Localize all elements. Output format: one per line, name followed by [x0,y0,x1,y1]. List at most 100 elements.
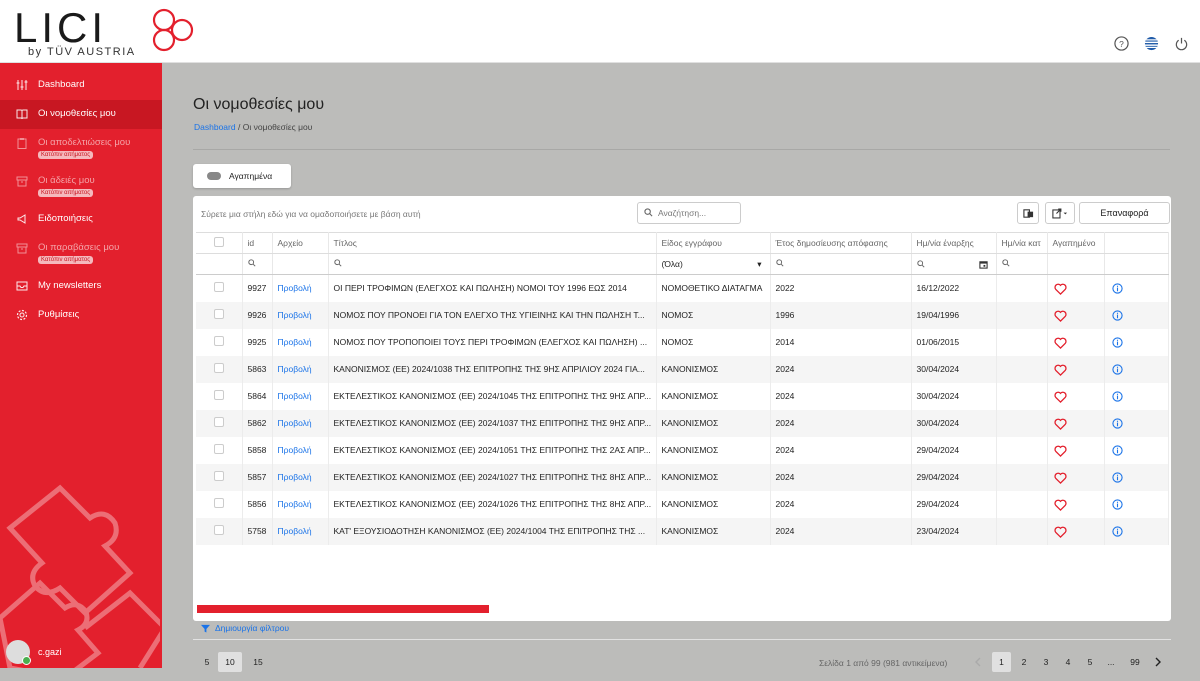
page-4[interactable]: 4 [1059,652,1077,672]
info-icon[interactable] [1111,498,1123,510]
breadcrumb-home-link[interactable]: Dashboard [194,122,236,132]
info-cell[interactable] [1104,382,1169,410]
sidebar-item-5[interactable]: Οι παραβάσεις μου Κατόπιν αιτήματος [0,234,162,272]
sidebar-item-2[interactable]: Οι αποδελτιώσεις μου Κατόπιν αιτήματος [0,129,162,167]
cell-file-link[interactable]: Προβολή [272,409,329,437]
row-checkbox[interactable] [214,390,224,400]
info-cell[interactable] [1104,328,1169,356]
select-all-checkbox[interactable] [214,237,224,247]
row-select-cell[interactable] [196,409,243,437]
filter-id[interactable] [242,253,273,275]
row-select-cell[interactable] [196,382,243,410]
horizontal-scrollbar[interactable] [197,605,489,613]
favorite-cell[interactable] [1047,409,1105,437]
info-icon[interactable] [1111,283,1123,294]
row-checkbox[interactable] [214,525,224,535]
cell-file-link[interactable]: Προβολή [272,490,329,518]
table-row[interactable]: 5857 Προβολή ΕΚΤΕΛΕΣΤΙΚΟΣ ΚΑΝΟΝΙΣΜΟΣ (ΕΕ) … [196,463,1169,491]
column-header-start-date[interactable]: Ημ/νία έναρξης [911,232,997,254]
row-select-cell[interactable] [196,328,243,356]
cell-file-link[interactable]: Προβολή [272,328,329,356]
table-row[interactable]: 9926 Προβολή ΝΟΜΟΣ ΠΟΥ ΠΡΟΝΟΕΙ ΓΙΑ ΤΟΝ ΕΛΕ… [196,301,1169,329]
logo[interactable]: LICI by TÜV AUSTRIA [14,4,214,60]
favorites-toggle[interactable]: Αγαπημένα [193,164,291,188]
page-size-10[interactable]: 10 [218,652,242,672]
sidebar-item-6[interactable]: My newsletters [0,272,162,301]
filter-start-date[interactable] [911,253,997,275]
table-row[interactable]: 5864 Προβολή ΕΚΤΕΛΕΣΤΙΚΟΣ ΚΑΝΟΝΙΣΜΟΣ (ΕΕ) … [196,382,1169,410]
filter-year[interactable] [770,253,912,275]
info-cell[interactable] [1104,301,1169,329]
search-input[interactable]: Αναζήτηση... [637,202,741,224]
column-header-id[interactable]: id [242,232,273,254]
table-row[interactable]: 5862 Προβολή ΕΚΤΕΛΕΣΤΙΚΟΣ ΚΑΝΟΝΙΣΜΟΣ (ΕΕ) … [196,409,1169,437]
row-select-cell[interactable] [196,517,243,545]
row-select-cell[interactable] [196,436,243,464]
row-checkbox[interactable] [214,498,224,508]
reset-button[interactable]: Επαναφορά [1079,202,1170,224]
favorite-cell[interactable] [1047,328,1105,356]
cell-file-link[interactable]: Προβολή [272,517,329,545]
table-row[interactable]: 5863 Προβολή ΚΑΝΟΝΙΣΜΟΣ (ΕΕ) 2024/1038 ΤΗΣ… [196,355,1169,383]
sidebar-item-7[interactable]: Ρυθμίσεις [0,301,162,330]
info-cell[interactable] [1104,436,1169,464]
favorite-cell[interactable] [1047,382,1105,410]
cell-file-link[interactable]: Προβολή [272,436,329,464]
column-header-end-date[interactable]: Ημ/νία κατ [996,232,1048,254]
column-chooser-button[interactable] [1017,202,1039,224]
sidebar-item-4[interactable]: Ειδοποιήσεις [0,205,162,234]
info-cell[interactable] [1104,463,1169,491]
cell-file-link[interactable]: Προβολή [272,463,329,491]
info-cell[interactable] [1104,409,1169,437]
column-header-year[interactable]: Έτος δημοσίευσης απόφασης [770,232,912,254]
sidebar-item-0[interactable]: Dashboard [0,71,162,100]
favorite-cell[interactable] [1047,517,1105,545]
info-icon[interactable] [1111,444,1123,456]
cell-file-link[interactable]: Προβολή [272,382,329,410]
info-icon[interactable] [1111,336,1123,348]
heart-icon[interactable] [1053,391,1067,403]
user-profile[interactable]: c.gazi [6,640,62,665]
export-button[interactable] [1045,202,1075,224]
prev-page-chevron-icon[interactable] [969,652,987,672]
table-row[interactable]: 9927 Προβολή ΟΙ ΠΕΡΙ ΤΡΟΦΙΜΩΝ (ΕΛΕΓΧΟΣ ΚΑΙ… [196,274,1169,302]
filter-title[interactable] [328,253,657,275]
info-icon[interactable] [1111,417,1123,429]
heart-icon[interactable] [1053,364,1067,376]
toggle-switch-icon[interactable] [207,172,221,180]
page-3[interactable]: 3 [1037,652,1055,672]
sidebar-item-3[interactable]: Οι άδειές μου Κατόπιν αιτήματος [0,167,162,205]
heart-icon[interactable] [1053,283,1067,295]
row-select-cell[interactable] [196,355,243,383]
row-select-cell[interactable] [196,301,243,329]
row-checkbox[interactable] [214,363,224,373]
favorite-cell[interactable] [1047,463,1105,491]
page-2[interactable]: 2 [1015,652,1033,672]
favorite-cell[interactable] [1047,274,1105,302]
heart-icon[interactable] [1053,472,1067,484]
filter-type-select[interactable]: (Όλα) ▾ [656,253,771,275]
column-header-title[interactable]: Τίτλος [328,232,657,254]
heart-icon[interactable] [1053,418,1067,430]
favorite-cell[interactable] [1047,301,1105,329]
create-filter-button[interactable]: Δημιουργία φίλτρου [201,623,289,633]
row-select-cell[interactable] [196,463,243,491]
calendar-icon[interactable] [978,260,988,269]
heart-icon[interactable] [1053,310,1067,322]
power-icon[interactable] [1172,34,1190,52]
greek-flag-icon[interactable] [1142,34,1160,52]
row-checkbox[interactable] [214,309,224,319]
info-icon[interactable] [1111,363,1123,375]
column-header-type[interactable]: Είδος εγγράφου [656,232,771,254]
favorite-cell[interactable] [1047,355,1105,383]
cell-file-link[interactable]: Προβολή [272,274,329,302]
row-checkbox[interactable] [214,417,224,427]
row-checkbox[interactable] [214,444,224,454]
filter-end-date[interactable] [996,253,1048,275]
row-select-cell[interactable] [196,274,243,302]
heart-icon[interactable] [1053,337,1067,349]
table-row[interactable]: 5858 Προβολή ΕΚΤΕΛΕΣΤΙΚΟΣ ΚΑΝΟΝΙΣΜΟΣ (ΕΕ) … [196,436,1169,464]
page-99[interactable]: 99 [1126,652,1144,672]
info-icon[interactable] [1111,309,1123,321]
heart-icon[interactable] [1053,499,1067,511]
